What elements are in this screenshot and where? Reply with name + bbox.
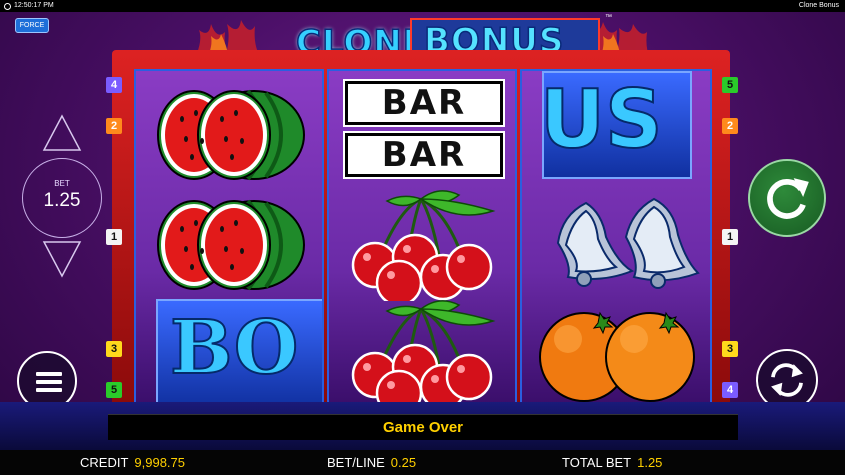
symbol-bonus-right: US [522,71,710,181]
spin-arrow-icon [767,178,809,219]
betline-field: BET/LINE 0.25 [327,450,416,475]
bet-label: BET [54,179,70,188]
symbol-cherries [329,189,515,307]
cherries-icon [351,190,496,307]
symbol-double-bar: BAR BAR [329,77,515,189]
bonus-tile: BO [156,299,322,405]
force-button[interactable]: FORCE [15,18,49,33]
symbol-oranges [522,299,710,405]
hamburger-icon [36,372,62,392]
symbol-bonus-left: BO [136,297,322,405]
reel-3: US [520,69,712,407]
clock: 12:50:17 PM [4,0,54,12]
watermelon-icon [157,89,305,181]
bet-decrease-button[interactable] [42,240,82,278]
betline-value: 0.25 [390,455,417,470]
cherries-icon [351,300,496,405]
trademark: ™ [605,14,612,21]
credit-field: CREDIT 9,998.75 [80,450,185,475]
payline-marker-right[interactable]: 2 [722,118,738,134]
totalbet-label: TOTAL BET [562,455,632,470]
bet-display: BET 1.25 [22,158,102,238]
triangle-up-icon [42,114,82,151]
bet-increase-button[interactable] [42,114,82,152]
reel-2: BAR BAR [327,69,517,407]
credit-value: 9,998.75 [134,455,185,470]
spin-button[interactable] [748,159,826,237]
bar-plate-bottom: BAR [343,131,505,179]
totalbet-field: TOTAL BET 1.25 [562,450,662,475]
symbol-watermelon [136,189,322,301]
clock-icon [4,2,11,10]
totalbet-value: 1.25 [637,455,663,470]
credit-label: CREDIT [80,455,129,470]
bonus-tile-text: BO [169,304,299,392]
payline-marker-right[interactable]: 1 [722,229,738,245]
bar-text: BAR [381,83,467,123]
symbol-watermelon [136,79,322,191]
autoplay-icon [771,363,803,397]
payline-marker-left[interactable]: 5 [106,382,122,398]
game-stage: 12:50:17 PM Clone Bonus FORCE CLONE BONU… [0,0,845,475]
triangle-down-icon [42,241,82,278]
bells-icon [556,197,700,289]
bonus-tile-text: US [542,73,664,167]
bet-value: 1.25 [43,190,81,211]
payline-marker-right[interactable]: 5 [722,77,738,93]
watermelon-icon [157,199,305,291]
symbol-bells [522,185,710,297]
bar-text: BAR [381,135,467,175]
payline-marker-right[interactable]: 3 [722,341,738,357]
reel-1: BO [134,69,324,407]
info-bar: CREDIT 9,998.75 BET/LINE 0.25 TOTAL BET 1.2… [0,450,845,475]
symbol-cherries [329,299,515,405]
message-bar: Game Over [108,414,738,440]
clock-time: 12:50:17 PM [14,2,54,9]
payline-marker-left[interactable]: 3 [106,341,122,357]
bonus-tile: US [542,71,692,179]
payline-marker-left[interactable]: 4 [106,77,122,93]
payline-marker-left[interactable]: 2 [106,118,122,134]
payline-marker-right[interactable]: 4 [722,382,738,398]
betline-label: BET/LINE [327,455,385,470]
window-title: Clone Bonus [798,2,839,9]
payline-marker-left[interactable]: 1 [106,229,122,245]
oranges-icon [539,311,695,402]
bar-plate-top: BAR [343,79,505,127]
